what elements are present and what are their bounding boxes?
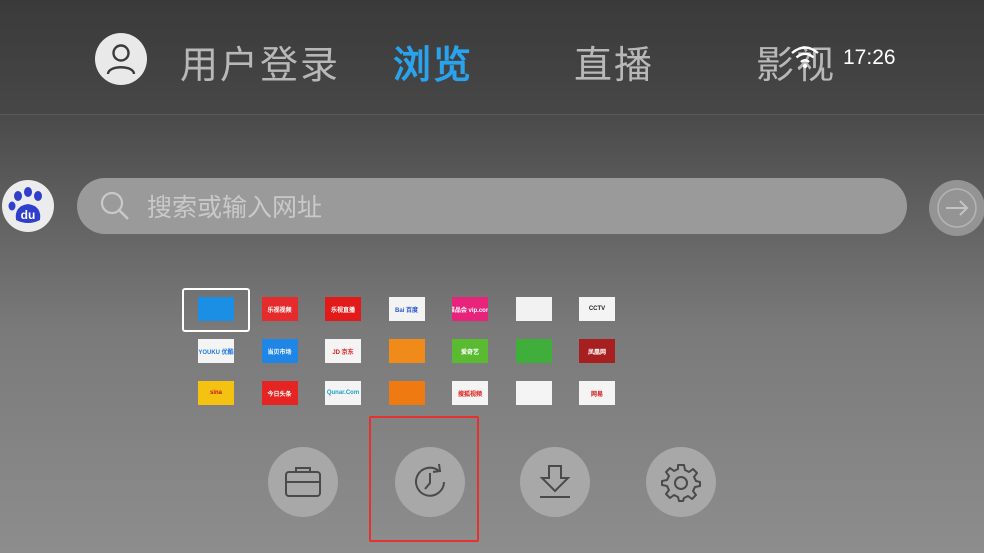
bookmark-tile-x[interactable] xyxy=(515,297,552,321)
gear-icon xyxy=(661,464,701,502)
bookmark-label: 今日头条 xyxy=(267,391,292,398)
wifi-icon xyxy=(791,46,819,69)
bookmark-le-tv[interactable]: 乐视直播 xyxy=(325,297,361,321)
bookmark-vip[interactable]: 唯品会 vip.com xyxy=(452,297,488,321)
bookmark-sina[interactable]: sina xyxy=(198,381,234,405)
search-icon xyxy=(99,189,133,223)
bookmark-label: YOUKU 优酷 xyxy=(198,349,234,356)
search-input[interactable]: 搜索或输入网址 xyxy=(77,178,907,234)
clock: 17:26 xyxy=(843,46,896,69)
focus-highlight xyxy=(369,416,479,542)
bookmark-jd[interactable]: JD 京东 xyxy=(325,339,361,363)
go-button[interactable] xyxy=(929,180,984,236)
bookmark-letv-tile[interactable] xyxy=(388,339,425,363)
bookmark-toutiao[interactable]: 今日头条 xyxy=(261,381,298,405)
settings-button[interactable] xyxy=(646,447,716,517)
bookmark-green-tile[interactable] xyxy=(515,339,552,363)
tab-live[interactable]: 直播 xyxy=(574,34,654,89)
bookmark-label: CCTV xyxy=(588,306,606,312)
bookmark-le-video[interactable]: 乐视视频 xyxy=(261,297,298,321)
bookmark-search-tile[interactable] xyxy=(388,381,425,405)
bookmark-dangbei[interactable]: 当贝市场 xyxy=(261,339,298,363)
bookmark-label: 乐视直播 xyxy=(330,307,355,314)
folder-icon xyxy=(285,467,321,497)
top-nav-bar: 用户登录 浏览 直播 影视 17:26 xyxy=(0,0,984,115)
bookmark-label: 当贝市场 xyxy=(267,349,292,356)
bookmark-label: 唯品会 vip.com xyxy=(452,307,488,314)
bookmark-label: sina xyxy=(209,390,222,396)
tab-browse[interactable]: 浏览 xyxy=(393,34,473,89)
bookmark-label: Qunar.Com xyxy=(326,390,360,396)
download-button[interactable] xyxy=(520,447,590,517)
bookmark-tv-guide[interactable] xyxy=(198,297,234,321)
bookmark-baidu[interactable]: Bai 百度 xyxy=(388,297,425,321)
bookmark-label: Bai 百度 xyxy=(394,307,418,314)
bookmark-cctv[interactable]: CCTV xyxy=(579,297,615,321)
user-avatar-icon[interactable] xyxy=(95,33,147,85)
arrow-right-icon xyxy=(937,188,977,228)
bookmark-youku[interactable]: YOUKU 优酷 xyxy=(198,339,234,363)
bookmark-label: JD 京东 xyxy=(332,349,354,356)
bookmark-tencent-video[interactable] xyxy=(515,381,552,405)
search-placeholder: 搜索或输入网址 xyxy=(147,193,323,222)
engine-label: du xyxy=(21,208,36,222)
bookmark-grid: 乐视视频 乐视直播 Bai 百度 唯品会 vip.com CCTV YOUKU 优酷 当贝市… xyxy=(180,287,640,412)
bookmark-netease[interactable]: 网易 xyxy=(579,381,615,405)
search-engine-selector[interactable]: du xyxy=(2,180,54,232)
baidu-paw-icon: du xyxy=(8,187,42,223)
bookmark-label: 爱奇艺 xyxy=(460,349,479,356)
bookmark-label: 网易 xyxy=(590,391,603,398)
tab-user-login[interactable]: 用户登录 xyxy=(180,34,340,89)
download-icon xyxy=(539,465,571,498)
bookmark-qunar[interactable]: Qunar.Com xyxy=(325,381,361,405)
files-button[interactable] xyxy=(268,447,338,517)
status-area xyxy=(790,44,820,70)
bookmark-label: 凤凰网 xyxy=(587,349,606,356)
bookmark-iqiyi[interactable]: 爱奇艺 xyxy=(452,339,488,363)
bookmark-phoenix[interactable]: 凤凰网 xyxy=(579,339,615,363)
bookmark-label: 乐视视频 xyxy=(267,307,292,314)
bookmark-sohu-video[interactable]: 搜狐视频 xyxy=(452,381,488,405)
bookmark-label: 搜狐视频 xyxy=(457,391,482,398)
